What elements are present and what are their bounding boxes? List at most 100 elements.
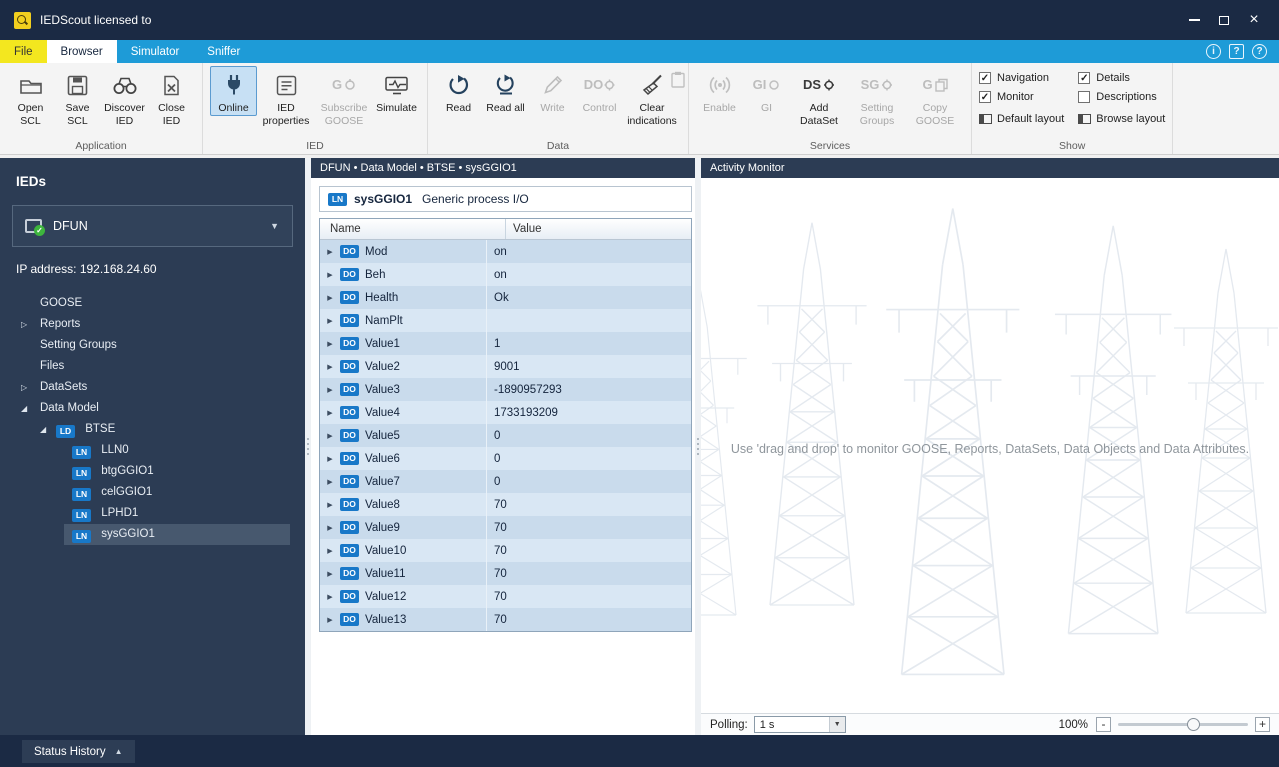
checkbox-icon [1078, 90, 1091, 103]
table-row[interactable]: ▶ DO Value1 1 [320, 332, 691, 355]
ribbon-group-data: Read Read all Write DO Control Clear ind… [428, 63, 689, 154]
plug-icon [223, 70, 245, 100]
row-expand-icon[interactable]: ▶ [320, 248, 340, 256]
checkbox-monitor[interactable]: ✓ Monitor [979, 87, 1064, 106]
row-expand-icon[interactable]: ▶ [320, 294, 340, 302]
zoom-slider[interactable] [1118, 718, 1248, 731]
tree-item-celggio1[interactable]: LN celGGIO1 [0, 482, 305, 503]
tree-item-goose[interactable]: GOOSE [0, 293, 305, 314]
tab-simulator[interactable]: Simulator [117, 40, 194, 63]
table-row[interactable]: ▶ DO NamPlt [320, 309, 691, 332]
table-row[interactable]: ▶ DO Value3 -1890957293 [320, 378, 691, 401]
table-row[interactable]: ▶ DO Value11 70 [320, 562, 691, 585]
row-expand-icon[interactable]: ▶ [320, 501, 340, 509]
row-expand-icon[interactable]: ▶ [320, 547, 340, 555]
dataset-icon: DS [803, 70, 835, 100]
table-row[interactable]: ▶ DO Value2 9001 [320, 355, 691, 378]
row-expand-icon[interactable]: ▶ [320, 478, 340, 486]
table-row[interactable]: ▶ DO Value6 0 [320, 447, 691, 470]
row-name: Value13 [365, 613, 407, 626]
open-scl-button[interactable]: Open SCL [7, 66, 54, 127]
collapse-icon[interactable]: ◢ [21, 398, 27, 419]
simulate-button[interactable]: Simulate [373, 66, 420, 115]
row-expand-icon[interactable]: ▶ [320, 317, 340, 325]
read-button[interactable]: Read [435, 66, 482, 115]
tree-item-btgggio1[interactable]: LN btgGGIO1 [0, 461, 305, 482]
tree-item-sysggio1-selected[interactable]: LN sysGGIO1 [64, 524, 290, 545]
table-row[interactable]: ▶ DO Value12 70 [320, 585, 691, 608]
feedback-icon[interactable]: ? [1229, 44, 1244, 59]
checkbox-details[interactable]: ✓ Details [1078, 68, 1165, 87]
row-expand-icon[interactable]: ▶ [320, 432, 340, 440]
row-name: Health [365, 291, 399, 304]
tab-file[interactable]: File [0, 40, 47, 63]
row-expand-icon[interactable]: ▶ [320, 409, 340, 417]
row-expand-icon[interactable]: ▶ [320, 340, 340, 348]
row-expand-icon[interactable]: ▶ [320, 386, 340, 394]
ribbon-group-show: ✓ Navigation ✓ Monitor Default layout ✓ [972, 63, 1174, 154]
help-icon[interactable]: ? [1252, 44, 1267, 59]
close-ied-button[interactable]: Close IED [148, 66, 195, 127]
pencil-icon [542, 70, 564, 100]
default-layout-button[interactable]: Default layout [979, 109, 1064, 129]
zoom-slider-thumb[interactable] [1186, 718, 1200, 731]
tree-item-lln0[interactable]: LN LLN0 [0, 440, 305, 461]
activity-canvas[interactable]: Use 'drag and drop' to monitor GOOSE, Re… [701, 178, 1279, 713]
ied-selector[interactable]: ✓ DFUN ▼ [12, 205, 293, 247]
table-row[interactable]: ▶ DO Mod on [320, 240, 691, 263]
row-expand-icon[interactable]: ▶ [320, 455, 340, 463]
chevron-up-icon: ▲ [114, 747, 123, 756]
table-row[interactable]: ▶ DO Beh on [320, 263, 691, 286]
tree-item-files[interactable]: Files [0, 356, 305, 377]
row-expand-icon[interactable]: ▶ [320, 570, 340, 578]
close-button[interactable]: × [1239, 7, 1269, 33]
table-row[interactable]: ▶ DO Value8 70 [320, 493, 691, 516]
column-header-name[interactable]: Name [320, 219, 506, 239]
tree-item-setting-groups[interactable]: Setting Groups [0, 335, 305, 356]
checkbox-descriptions[interactable]: Descriptions [1078, 87, 1165, 106]
read-all-button[interactable]: Read all [482, 66, 529, 115]
data-objects-table: Name Value ▶ DO Mod on ▶ DO Beh on ▶ DO … [319, 218, 692, 632]
status-history-button[interactable]: Status History ▲ [22, 740, 135, 763]
zoom-in-button[interactable]: + [1255, 717, 1270, 732]
table-row[interactable]: ▶ DO Value7 0 [320, 470, 691, 493]
polling-interval-select[interactable]: 1 s ▼ [753, 716, 846, 733]
maximize-icon [1219, 15, 1229, 25]
save-scl-button[interactable]: Save SCL [54, 66, 101, 127]
row-expand-icon[interactable]: ▶ [320, 271, 340, 279]
group-label: IED [306, 140, 324, 152]
column-header-value[interactable]: Value [506, 219, 691, 239]
tab-sniffer[interactable]: Sniffer [193, 40, 254, 63]
row-expand-icon[interactable]: ▶ [320, 524, 340, 532]
tab-browser[interactable]: Browser [46, 40, 117, 63]
do-icon: DO [340, 245, 359, 258]
row-expand-icon[interactable]: ▶ [320, 363, 340, 371]
tree-item-datasets[interactable]: ▷ DataSets [0, 377, 305, 398]
table-row[interactable]: ▶ DO Value5 0 [320, 424, 691, 447]
table-row[interactable]: ▶ DO Health Ok [320, 286, 691, 309]
table-row[interactable]: ▶ DO Value4 1733193209 [320, 401, 691, 424]
tree-item-reports[interactable]: ▷ Reports [0, 314, 305, 335]
info-icon[interactable]: i [1206, 44, 1221, 59]
expand-icon[interactable]: ▷ [21, 314, 27, 335]
zoom-out-button[interactable]: - [1096, 717, 1111, 732]
maximize-button[interactable] [1209, 7, 1239, 33]
checkbox-navigation[interactable]: ✓ Navigation [979, 68, 1064, 87]
minimize-button[interactable] [1179, 7, 1209, 33]
row-name: Value8 [365, 498, 400, 511]
tree-item-data-model[interactable]: ◢ Data Model [0, 398, 305, 419]
tree-item-lphd1[interactable]: LN LPHD1 [0, 503, 305, 524]
ied-properties-button[interactable]: IED properties [257, 66, 315, 127]
row-expand-icon[interactable]: ▶ [320, 593, 340, 601]
table-row[interactable]: ▶ DO Value10 70 [320, 539, 691, 562]
collapse-icon[interactable]: ◢ [40, 419, 46, 440]
browse-layout-button[interactable]: Browse layout [1078, 109, 1165, 129]
expand-icon[interactable]: ▷ [21, 377, 27, 398]
table-row[interactable]: ▶ DO Value9 70 [320, 516, 691, 539]
online-button[interactable]: Online [210, 66, 257, 116]
discover-ied-button[interactable]: Discover IED [101, 66, 148, 127]
tree-item-btse[interactable]: ◢ LD BTSE [0, 419, 305, 440]
row-expand-icon[interactable]: ▶ [320, 616, 340, 624]
table-row[interactable]: ▶ DO Value13 70 [320, 608, 691, 631]
add-dataset-button[interactable]: DS Add DataSet [790, 66, 848, 127]
